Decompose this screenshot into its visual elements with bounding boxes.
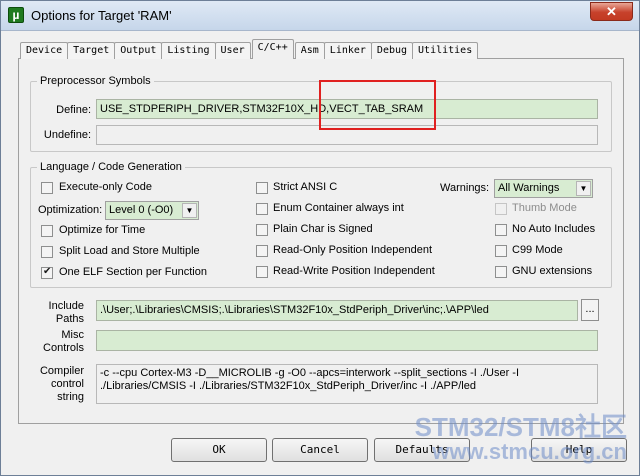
defaults-button[interactable]: Defaults [374,438,470,462]
optimize-time-label: Optimize for Time [59,224,146,236]
strict-ansi-label: Strict ANSI C [273,181,338,193]
optimization-select[interactable]: Level 0 (-O0) ▼ [105,201,199,220]
include-label-line2: Paths [55,313,84,325]
compiler-label-line1: Compiler [39,365,84,377]
execute-only-checkbox[interactable] [41,182,53,194]
warnings-select[interactable]: All Warnings ▼ [494,179,593,198]
window-title: Options for Target 'RAM' [31,8,172,23]
include-browse-button[interactable]: ... [581,299,599,321]
optimization-label: Optimization: [38,204,103,216]
compiler-control-string[interactable]: -c --cpu Cortex-M3 -D__MICROLIB -g -O0 -… [96,364,598,404]
misc-label-line1: Misc [61,329,84,341]
split-load-checkbox[interactable] [41,246,53,258]
options-dialog: µ Options for Target 'RAM' ✕ Device Targ… [0,0,640,476]
split-load-label: Split Load and Store Multiple [59,245,200,257]
ro-position-checkbox[interactable] [256,245,268,257]
no-auto-includes-label: No Auto Includes [512,223,596,235]
enum-container-label: Enum Container always int [273,202,404,214]
title-bar[interactable]: µ Options for Target 'RAM' ✕ [1,1,639,31]
tab-listing[interactable]: Listing [161,42,216,59]
undefine-label: Undefine: [43,129,91,141]
execute-only-label: Execute-only Code [59,181,152,193]
tab-strip: Device Target Output Listing User C/C++ … [20,39,479,59]
include-paths-label: Include Paths [31,300,84,326]
tab-utilities[interactable]: Utilities [412,42,479,59]
plain-char-checkbox[interactable] [256,224,268,236]
compiler-control-label: Compiler control string [31,365,84,404]
optimization-value: Level 0 (-O0) [109,204,174,216]
tab-user[interactable]: User [214,42,251,59]
chevron-down-icon: ▼ [576,181,591,196]
strict-ansi-checkbox[interactable] [256,182,268,194]
misc-label-line2: Controls [43,342,84,354]
no-auto-includes-checkbox[interactable] [495,224,507,236]
keil-app-icon: µ [8,7,24,23]
warnings-label: Warnings: [440,182,490,194]
annotation-highlight-box [319,80,436,130]
misc-controls-label: Misc Controls [31,329,84,355]
tab-target[interactable]: Target [67,42,116,59]
c99-mode-label: C99 Mode [512,244,563,256]
rw-position-label: Read-Write Position Independent [273,265,435,277]
one-elf-label: One ELF Section per Function [59,266,207,278]
chevron-down-icon: ▼ [182,203,197,218]
close-button[interactable]: ✕ [590,2,633,21]
compiler-label-line2: control [50,378,84,390]
one-elf-checkbox[interactable] [41,266,53,279]
thumb-mode-label: Thumb Mode [512,202,577,214]
compiler-label-line3: string [57,391,84,403]
include-label-line1: Include [48,300,84,312]
enum-container-checkbox[interactable] [256,203,268,215]
tab-linker[interactable]: Linker [323,42,372,59]
ok-button[interactable]: OK [171,438,267,462]
define-label: Define: [56,104,91,116]
include-paths-input[interactable]: .\User;.\Libraries\CMSIS;.\Libraries\STM… [96,300,578,321]
ro-position-label: Read-Only Position Independent [273,244,432,256]
warnings-value: All Warnings [498,182,560,194]
thumb-mode-checkbox[interactable] [495,203,507,215]
optimize-time-checkbox[interactable] [41,225,53,237]
preprocessor-legend: Preprocessor Symbols [40,75,151,87]
c99-mode-checkbox[interactable] [495,245,507,257]
rw-position-checkbox[interactable] [256,266,268,278]
gnu-extensions-checkbox[interactable] [495,266,507,278]
misc-controls-input[interactable] [96,330,598,351]
tab-debug[interactable]: Debug [370,42,414,59]
help-button[interactable]: Help [531,438,627,462]
tab-c-cpp[interactable]: C/C++ [251,39,294,59]
tab-device[interactable]: Device [20,42,69,59]
cancel-button[interactable]: Cancel [272,438,368,462]
language-legend: Language / Code Generation [40,161,182,173]
tab-output[interactable]: Output [114,42,163,59]
tab-asm[interactable]: Asm [294,42,325,59]
gnu-extensions-label: GNU extensions [512,265,593,277]
plain-char-label: Plain Char is Signed [273,223,373,235]
